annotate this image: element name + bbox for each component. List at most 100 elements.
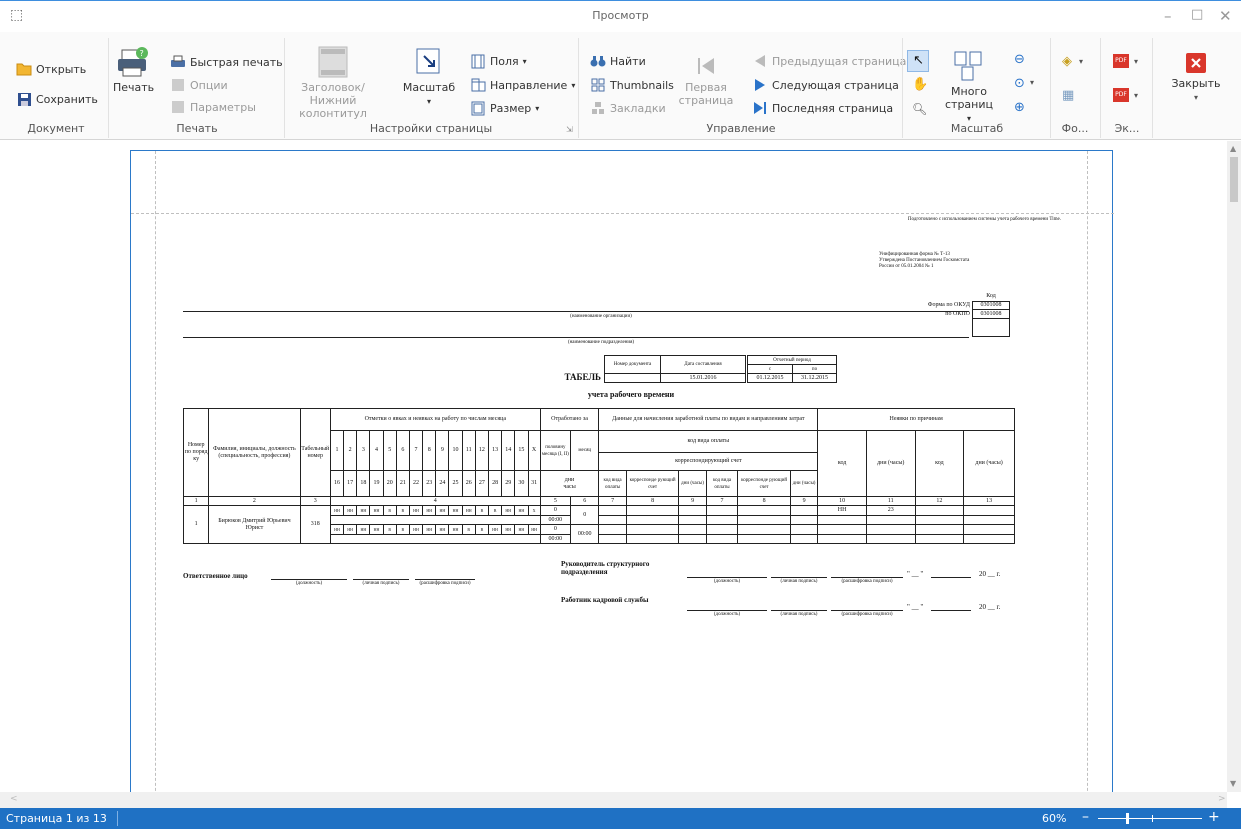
orientation-label: Направление	[490, 78, 568, 92]
mark-cell: В	[382, 524, 397, 535]
zoom-slider-thumb[interactable]	[1126, 813, 1129, 824]
title-bar: ⬚ Просмотр – □ ✕	[0, 0, 1241, 32]
zoom-out-icon[interactable]: ⊖	[1014, 52, 1025, 67]
scroll-up-icon[interactable]: ▲	[1230, 144, 1236, 153]
col-header-dayshours2: дни (часы)	[963, 430, 1015, 497]
thumbnails-icon	[590, 77, 606, 93]
send-pdf-icon[interactable]: PDF	[1113, 88, 1129, 102]
col-header-marks: Отметки о явках и неявках на работу по ч…	[329, 408, 541, 431]
scale-button[interactable]: Масштаб ▾	[402, 46, 456, 108]
col-header-absence: Неявки по причинам	[817, 408, 1015, 431]
mark-cell: НН	[408, 524, 424, 535]
responsible-label: Ответственное лицо	[183, 572, 248, 580]
mark-cell: НН	[448, 505, 463, 516]
print-button[interactable]: ? Печать	[113, 46, 154, 94]
export-pdf-icon[interactable]: PDF	[1113, 54, 1129, 68]
mark-cell: НН	[369, 505, 384, 516]
horizontal-scrollbar[interactable]: < >	[0, 792, 1227, 808]
doc-date-value: 15.01.2016	[660, 373, 746, 383]
day-header: 6	[395, 430, 410, 471]
col-header-account-b: корреспонде рующий счет	[737, 470, 791, 497]
zoom-dropdown-icon[interactable]: ▾	[1030, 78, 1034, 87]
save-button[interactable]: Сохранить	[16, 91, 98, 107]
dialog-launcher-icon[interactable]: ⇲	[566, 125, 573, 134]
prev-page-button[interactable]: Предыдущая страница	[752, 53, 906, 69]
next-page-label: Следующая страница	[772, 78, 899, 92]
next-page-button[interactable]: Следующая страница	[752, 77, 899, 93]
day-header: 25	[448, 470, 463, 497]
day-header: 11	[461, 430, 476, 471]
col-number: 7	[598, 496, 627, 506]
pointer-icon: ↖	[913, 53, 924, 68]
hand-tool-icon[interactable]: ✋	[912, 77, 928, 92]
find-button[interactable]: Найти	[590, 53, 646, 69]
zoom-plus-icon[interactable]: +	[1208, 809, 1220, 825]
pointer-tool-button[interactable]: ↖	[907, 50, 929, 72]
page-color-dropdown-icon[interactable]: ▾	[1079, 57, 1083, 66]
header-footer-button[interactable]: Заголовок/Нижний колонтитул	[286, 46, 380, 120]
sign-caption: (личная подпись)	[362, 581, 400, 586]
quick-print-button[interactable]: Быстрая печать	[170, 54, 283, 70]
col-number: 9	[789, 496, 819, 506]
many-pages-button[interactable]: Много страниц ▾	[944, 50, 994, 125]
period-from-label: с	[747, 364, 793, 374]
parameters-button[interactable]: Параметры	[170, 99, 256, 115]
scroll-down-icon[interactable]: ▼	[1230, 779, 1236, 788]
day-header: 10	[448, 430, 463, 471]
day-header: 5	[382, 430, 397, 471]
close-window-icon[interactable]: ✕	[1219, 7, 1232, 25]
options-button[interactable]: Опции	[170, 77, 228, 93]
scale-label: Масштаб	[402, 81, 456, 94]
hours-label: часы	[563, 483, 576, 490]
form-info: Унифицированная форма № Т-13 Утверждена …	[879, 252, 1019, 270]
zoom-slider-track[interactable]	[1098, 818, 1202, 819]
orientation-button[interactable]: Направление ▾	[470, 77, 575, 93]
first-page-button[interactable]: Первая страница	[676, 54, 736, 107]
send-dropdown-icon[interactable]: ▾	[1134, 91, 1138, 100]
zoom-tool-icon[interactable]: 🔍︎	[912, 102, 927, 116]
bookmarks-button[interactable]: Закладки	[590, 100, 666, 116]
mark-cell: НН	[501, 524, 516, 535]
many-pages-label: Много страниц	[944, 85, 993, 111]
day-header: 20	[382, 470, 397, 497]
margins-button[interactable]: Поля ▾	[470, 53, 527, 69]
close-preview-button[interactable]: Закрыть ▾	[1166, 52, 1226, 104]
mark-cell: НН	[343, 505, 358, 516]
period-to-value: 31.12.2015	[792, 373, 837, 383]
watermark-icon[interactable]: ▦	[1062, 88, 1074, 103]
col-header-paycode-a: код вида оплаты	[598, 470, 627, 497]
day-header: 14	[501, 430, 516, 471]
scroll-left-icon[interactable]: <	[10, 794, 18, 804]
mark-cell: НН	[356, 524, 371, 535]
thumbnails-button[interactable]: Thumbnails	[590, 77, 674, 93]
mark-cell: НН	[369, 524, 384, 535]
mark-cell: В	[395, 524, 410, 535]
export-dropdown-icon[interactable]: ▾	[1134, 57, 1138, 66]
quick-print-label: Быстрая печать	[190, 55, 283, 69]
preview-viewport[interactable]: Подготовлено с использованием системы уч…	[0, 141, 1227, 792]
zoom-in-icon[interactable]: ⊕	[1014, 100, 1025, 115]
col-number: 9	[678, 496, 707, 506]
half2-days: 0	[539, 524, 572, 535]
okpo-label: по ОКПО	[945, 311, 970, 317]
size-button[interactable]: Размер ▾	[470, 100, 539, 116]
zoom-icon[interactable]: ⊙	[1014, 76, 1025, 91]
maximize-icon[interactable]: □	[1191, 7, 1203, 22]
vertical-scrollbar[interactable]: ▲ ▼	[1227, 141, 1241, 792]
vertical-scroll-thumb[interactable]	[1230, 157, 1238, 202]
zoom-minus-icon[interactable]: –	[1082, 809, 1089, 825]
col-header-month: месяц	[570, 430, 600, 471]
col-header-paycode-b: код вида оплаты	[705, 470, 739, 497]
open-button[interactable]: Открыть	[16, 61, 86, 77]
options-icon	[170, 77, 186, 93]
mark-cell: НН	[435, 505, 450, 516]
minimize-icon[interactable]: –	[1164, 7, 1172, 25]
last-page-button[interactable]: Последняя страница	[752, 100, 893, 116]
col-number: 13	[963, 496, 1015, 506]
col-number: 5	[539, 496, 572, 506]
col-number: 12	[914, 496, 965, 506]
day-header: 4	[369, 430, 384, 471]
page-color-icon[interactable]: ◈	[1062, 54, 1072, 69]
day-header: 13	[487, 430, 503, 471]
scroll-right-icon[interactable]: >	[1218, 794, 1226, 804]
